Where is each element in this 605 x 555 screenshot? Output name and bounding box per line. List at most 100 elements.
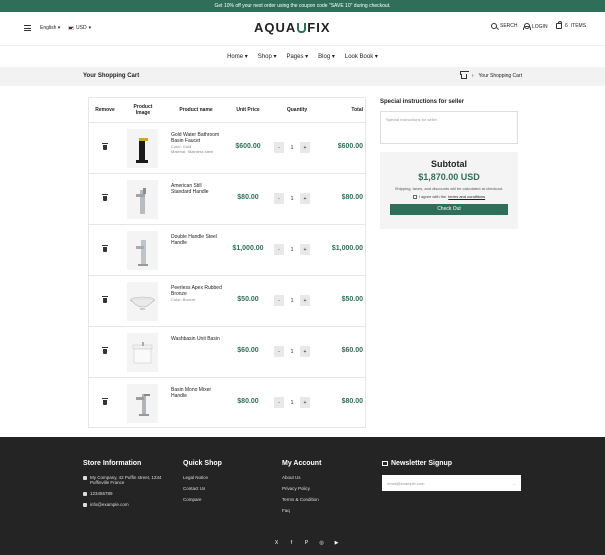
announcement-bar: Get 10% off your next order using the co… (0, 0, 605, 12)
nav-shop[interactable]: Shop ▾ (258, 53, 277, 60)
instructions-placeholder: Special instructions for seller (386, 117, 437, 122)
product-image[interactable] (127, 180, 158, 219)
decrease-button[interactable]: - (274, 295, 284, 306)
terms-link[interactable]: terms and conditions (448, 194, 485, 199)
decrease-button[interactable]: - (274, 244, 284, 255)
social-links: X f P ◎ ▶ (273, 540, 340, 546)
nav-home[interactable]: Home ▾ (227, 53, 248, 60)
language-select[interactable]: English ▾ (40, 25, 60, 31)
increase-button[interactable]: + (300, 397, 310, 408)
unit-price: $80.00 (237, 194, 259, 201)
quantity-input[interactable]: 1 (284, 397, 300, 408)
product-name[interactable]: Basin Mono Mixer Handle (171, 387, 223, 399)
instructions-textarea[interactable]: Special instructions for seller (380, 111, 518, 144)
product-image[interactable] (127, 129, 158, 168)
trash-icon[interactable] (102, 143, 108, 150)
increase-button[interactable]: + (300, 244, 310, 255)
product-name[interactable]: Gold Water Bathroom Basin Faucet Color: G… (171, 132, 223, 154)
product-image[interactable] (127, 384, 158, 423)
quantity-input[interactable]: 1 (284, 295, 300, 306)
my-account: My Account About Us Privacy Policy Terms… (282, 460, 321, 519)
youtube-icon[interactable]: ▶ (333, 540, 340, 546)
quantity-input[interactable]: 1 (284, 193, 300, 204)
increase-button[interactable]: + (300, 346, 310, 357)
cart-button[interactable]: 6 ITEMS (556, 21, 586, 29)
header: English ▾ USD ▾ AQUA FIX SERCH LOGIN 6 ITE… (0, 12, 605, 45)
quantity-input[interactable]: 1 (284, 346, 300, 357)
facebook-icon[interactable]: f (288, 540, 295, 546)
footer-link[interactable]: Contact Us (183, 486, 222, 491)
quantity-stepper: -1 + (274, 295, 310, 306)
newsletter: Newsletter Signup email@example.com → (382, 460, 521, 491)
footer-link[interactable]: About Us (282, 475, 321, 480)
quick-shop: Quick Shop Legal Notice Contact Us Compa… (183, 460, 222, 508)
product-name[interactable]: Double Handle Steel Handle (171, 234, 223, 246)
pinterest-icon[interactable]: P (303, 540, 310, 546)
line-total: $1,000.00 (331, 245, 363, 252)
newsletter-input[interactable]: email@example.com → (382, 475, 521, 491)
product-image[interactable] (127, 282, 158, 321)
trash-icon[interactable] (102, 296, 108, 303)
decrease-button[interactable]: - (274, 397, 284, 408)
menu-icon[interactable] (24, 25, 31, 31)
line-total: $80.00 (341, 194, 363, 201)
quantity-stepper: -1 + (274, 142, 310, 153)
page-title: Your Shopping Cart (83, 73, 140, 79)
instagram-icon[interactable]: ◎ (318, 540, 325, 546)
footer-link[interactable]: Legal Notice (183, 475, 222, 480)
product-name[interactable]: Washbasin Unit Basin (171, 336, 223, 342)
table-row: Peerless Apex Rubbed Bronze Color: Bronze… (89, 276, 365, 327)
nav-blog-label: Blog (318, 54, 331, 60)
search-label: SERCH (500, 23, 518, 29)
footer-link[interactable]: Faq (282, 508, 321, 513)
footer-link[interactable]: Compare (183, 497, 222, 502)
logo-left: AQUA (254, 20, 297, 35)
product-name[interactable]: American Still Standard Handle (171, 183, 223, 195)
col-qty: Quantity (286, 107, 308, 113)
decrease-button[interactable]: - (274, 193, 284, 204)
logo[interactable]: AQUA FIX (254, 20, 331, 35)
footer-link[interactable]: Privacy Policy (282, 486, 321, 491)
product-name[interactable]: Peerless Apex Rubbed Bronze Color: Bronze (171, 285, 223, 302)
x-icon[interactable]: X (273, 540, 280, 546)
product-image[interactable] (127, 333, 158, 372)
phone-icon (83, 491, 87, 496)
arrow-right-icon[interactable]: → (512, 481, 516, 486)
trash-icon[interactable] (102, 398, 108, 405)
login-button[interactable]: LOGIN (523, 23, 548, 30)
footer-link[interactable]: Terms & Condition (282, 497, 321, 502)
decrease-button[interactable]: - (274, 142, 284, 153)
quantity-input[interactable]: 1 (284, 244, 300, 255)
cart-count: 6 (565, 23, 568, 29)
trash-icon[interactable] (102, 347, 108, 354)
decrease-button[interactable]: - (274, 346, 284, 357)
subtotal-value: $1,870.00 USD (418, 172, 480, 182)
quantity-stepper: -1 + (274, 193, 310, 204)
terms-checkbox[interactable] (412, 194, 417, 199)
home-icon[interactable] (460, 73, 467, 79)
increase-button[interactable]: + (300, 193, 310, 204)
increase-button[interactable]: + (300, 142, 310, 153)
currency-select[interactable]: USD ▾ (68, 25, 91, 31)
nav-pages[interactable]: Pages ▾ (286, 53, 308, 60)
trash-icon[interactable] (102, 194, 108, 201)
product-image[interactable] (127, 231, 158, 270)
quick-shop-title: Quick Shop (183, 460, 222, 467)
checkout-button[interactable]: Check Out (390, 204, 508, 215)
nav-blog[interactable]: Blog ▾ (318, 53, 335, 60)
table-row: Double Handle Steel Handle $1,000.00 -1 +… (89, 225, 365, 276)
envelope-icon (382, 461, 388, 466)
nav-lookbook[interactable]: Look Book ▾ (345, 53, 378, 60)
search-button[interactable]: SERCH (491, 23, 518, 29)
unit-price: $60.00 (237, 347, 259, 354)
line-total: $50.00 (341, 296, 363, 303)
quantity-stepper: -1 + (274, 244, 310, 255)
chevron-right-icon: › (471, 73, 474, 79)
increase-button[interactable]: + (300, 295, 310, 306)
newsletter-title-text: Newsletter Signup (391, 460, 453, 467)
line-total: $600.00 (337, 143, 363, 150)
quantity-input[interactable]: 1 (284, 142, 300, 153)
trash-icon[interactable] (102, 245, 108, 252)
quantity-stepper: -1 + (274, 397, 310, 408)
currency-label: USD (76, 25, 87, 31)
